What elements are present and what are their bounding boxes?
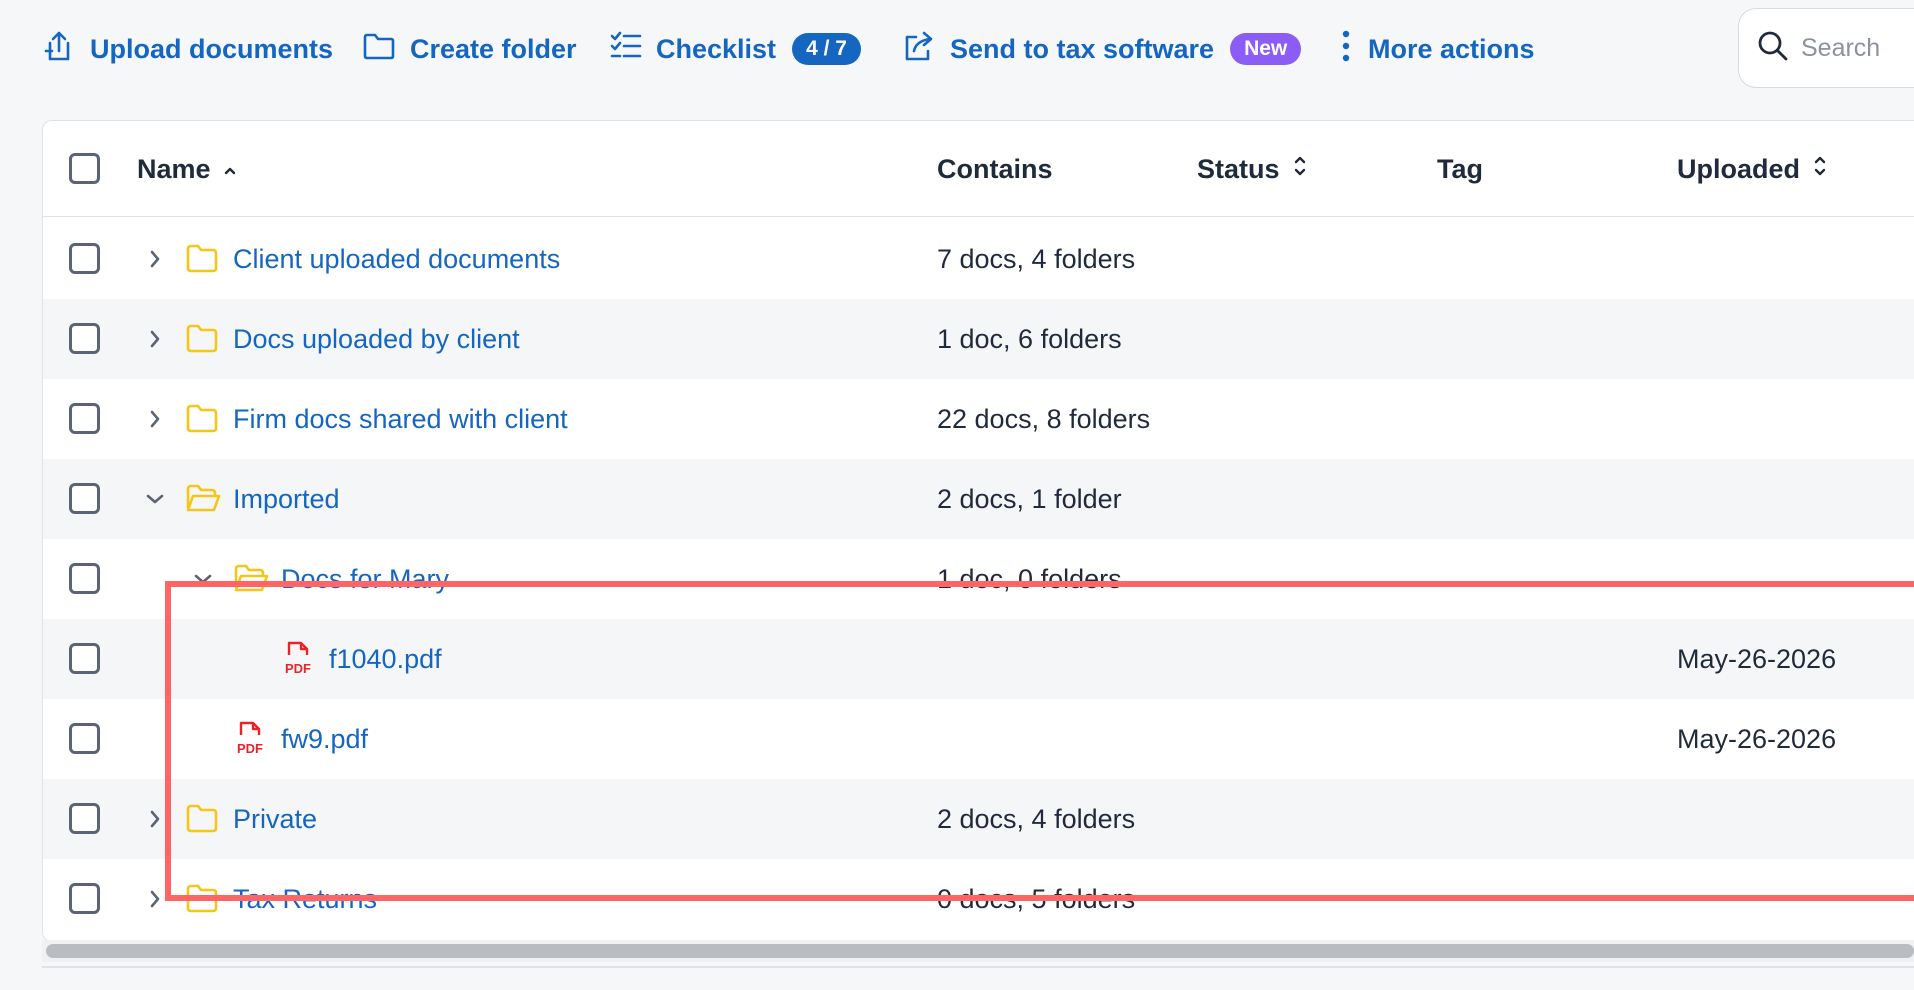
search-icon bbox=[1757, 30, 1789, 67]
row-checkbox[interactable] bbox=[69, 883, 100, 914]
table-header: Name Contains Status Tag Uploaded bbox=[43, 121, 1914, 217]
column-header-uploaded[interactable]: Uploaded bbox=[1677, 121, 1828, 217]
table-row[interactable]: Private 2 docs, 4 folders bbox=[43, 779, 1914, 859]
sort-toggle-icon bbox=[1812, 153, 1828, 186]
contains-cell: 22 docs, 8 folders bbox=[937, 404, 1151, 434]
row-checkbox[interactable] bbox=[69, 643, 100, 674]
search-box[interactable] bbox=[1738, 8, 1914, 88]
chevron-down-icon[interactable] bbox=[141, 485, 169, 513]
new-badge: New bbox=[1230, 33, 1302, 65]
search-input[interactable] bbox=[1801, 33, 1914, 63]
table-row[interactable]: PDF f1040.pdf May-26-2026 bbox=[43, 619, 1914, 699]
horizontal-scrollbar[interactable] bbox=[46, 944, 1914, 958]
chevron-right-icon[interactable] bbox=[141, 325, 169, 353]
checklist-label: Checklist bbox=[656, 33, 777, 64]
row-checkbox[interactable] bbox=[69, 403, 100, 434]
column-header-contains[interactable]: Contains bbox=[937, 121, 1053, 217]
contains-cell: 1 doc, 6 folders bbox=[937, 324, 1122, 354]
file-name-link[interactable]: fw9.pdf bbox=[281, 699, 368, 779]
folder-name-link[interactable]: Docs for Mary bbox=[281, 539, 449, 619]
row-checkbox[interactable] bbox=[69, 323, 100, 354]
contains-cell: 0 docs, 5 folders bbox=[937, 884, 1136, 914]
table-row[interactable]: Client uploaded documents 7 docs, 4 fold… bbox=[43, 219, 1914, 299]
folder-icon bbox=[185, 881, 219, 920]
kebab-icon bbox=[1338, 29, 1354, 70]
toolbar: Upload documents Create folder Checklist… bbox=[0, 0, 1914, 98]
folder-icon bbox=[185, 241, 219, 280]
uploaded-date-cell: May-26-2026 bbox=[1677, 644, 1837, 674]
documents-table: Name Contains Status Tag Uploaded Client… bbox=[42, 120, 1914, 942]
folder-name-link[interactable]: Client uploaded documents bbox=[233, 219, 560, 299]
uploaded-date-cell: May-26-2026 bbox=[1677, 724, 1837, 754]
folder-name-link[interactable]: Docs uploaded by client bbox=[233, 299, 520, 379]
row-checkbox[interactable] bbox=[69, 243, 100, 274]
folder-open-icon bbox=[233, 561, 269, 600]
share-icon bbox=[902, 29, 936, 70]
table-row[interactable]: Firm docs shared with client 22 docs, 8 … bbox=[43, 379, 1914, 459]
divider bbox=[42, 966, 1914, 968]
chevron-right-icon[interactable] bbox=[141, 405, 169, 433]
column-header-name[interactable]: Name bbox=[137, 121, 237, 217]
send-to-tax-software-label: Send to tax software bbox=[950, 33, 1215, 64]
table-row[interactable]: PDF fw9.pdf May-26-2026 bbox=[43, 699, 1914, 779]
contains-cell: 2 docs, 4 folders bbox=[937, 804, 1136, 834]
contains-cell: 2 docs, 1 folder bbox=[937, 484, 1122, 514]
upload-icon bbox=[42, 29, 76, 70]
chevron-down-icon[interactable] bbox=[189, 565, 217, 593]
folder-icon bbox=[185, 401, 219, 440]
chevron-right-icon[interactable] bbox=[141, 805, 169, 833]
folder-name-link[interactable]: Firm docs shared with client bbox=[233, 379, 568, 459]
folder-icon bbox=[362, 31, 396, 68]
folder-open-icon bbox=[185, 481, 221, 520]
svg-text:PDF: PDF bbox=[237, 741, 263, 756]
checklist-icon bbox=[610, 31, 642, 68]
column-header-tag[interactable]: Tag bbox=[1437, 121, 1483, 217]
upload-documents-label: Upload documents bbox=[90, 33, 334, 64]
create-folder-label: Create folder bbox=[410, 33, 577, 64]
svg-text:PDF: PDF bbox=[285, 661, 311, 676]
upload-documents-button[interactable]: Upload documents bbox=[42, 22, 333, 76]
send-to-tax-software-button[interactable]: Send to tax software New bbox=[902, 22, 1302, 76]
sort-ascending-icon bbox=[223, 154, 237, 185]
column-header-status[interactable]: Status bbox=[1197, 121, 1308, 217]
pdf-file-icon: PDF bbox=[233, 719, 267, 762]
checklist-progress-badge: 4 / 7 bbox=[792, 33, 861, 65]
pdf-file-icon: PDF bbox=[281, 639, 315, 682]
row-checkbox[interactable] bbox=[69, 483, 100, 514]
chevron-right-icon[interactable] bbox=[141, 245, 169, 273]
folder-name-link[interactable]: Imported bbox=[233, 459, 340, 539]
more-actions-label: More actions bbox=[1368, 33, 1535, 64]
select-all-checkbox[interactable] bbox=[69, 153, 100, 184]
folder-icon bbox=[185, 321, 219, 360]
folder-icon bbox=[185, 801, 219, 840]
contains-cell: 7 docs, 4 folders bbox=[937, 244, 1136, 274]
contains-cell: 1 doc, 0 folders bbox=[937, 564, 1122, 594]
chevron-right-icon[interactable] bbox=[141, 885, 169, 913]
row-checkbox[interactable] bbox=[69, 563, 100, 594]
table-row[interactable]: Tax Returns 0 docs, 5 folders bbox=[43, 859, 1914, 939]
folder-name-link[interactable]: Tax Returns bbox=[233, 859, 377, 939]
table-row[interactable]: Imported 2 docs, 1 folder bbox=[43, 459, 1914, 539]
row-checkbox[interactable] bbox=[69, 723, 100, 754]
folder-name-link[interactable]: Private bbox=[233, 779, 317, 859]
create-folder-button[interactable]: Create folder bbox=[362, 22, 577, 76]
file-name-link[interactable]: f1040.pdf bbox=[329, 619, 442, 699]
table-row[interactable]: Docs uploaded by client 1 doc, 6 folders bbox=[43, 299, 1914, 379]
row-checkbox[interactable] bbox=[69, 803, 100, 834]
more-actions-button[interactable]: More actions bbox=[1338, 22, 1535, 76]
checklist-button[interactable]: Checklist 4 / 7 bbox=[610, 22, 861, 76]
sort-toggle-icon bbox=[1292, 153, 1308, 186]
table-row[interactable]: Docs for Mary 1 doc, 0 folders bbox=[43, 539, 1914, 619]
